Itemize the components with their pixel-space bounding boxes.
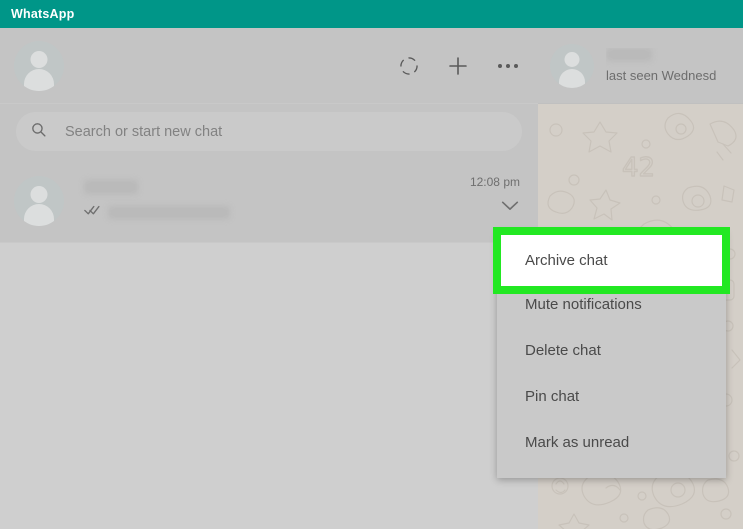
status-icon[interactable] xyxy=(398,55,420,77)
search-bar-container: Search or start new chat xyxy=(0,104,538,159)
context-menu-item-mute-notifications-label: Mute notifications xyxy=(525,295,642,313)
search-icon xyxy=(30,121,47,143)
svg-text:42: 42 xyxy=(622,153,655,183)
search-input[interactable]: Search or start new chat xyxy=(16,112,522,151)
conversation-header[interactable]: last seen Wednesd xyxy=(538,28,743,104)
context-menu-item-pin-chat-label: Pin chat xyxy=(525,387,580,405)
context-menu-item-delete-chat-label: Delete chat xyxy=(525,341,601,359)
chevron-down-icon[interactable] xyxy=(500,199,520,217)
search-placeholder: Search or start new chat xyxy=(65,123,223,140)
header-icon-group xyxy=(398,54,520,78)
context-menu-item-mark-as-unread[interactable]: Mark as unread xyxy=(497,419,726,465)
chat-preview-line xyxy=(84,203,470,221)
contact-name-redacted xyxy=(84,180,138,194)
new-chat-icon[interactable] xyxy=(446,54,470,78)
whatsapp-window: WhatsApp Search or start new chat 12:08 … xyxy=(0,0,743,529)
conversation-contact-info: last seen Wednesd xyxy=(606,48,716,83)
double-check-icon xyxy=(84,203,101,221)
chat-item-meta: 12:08 pm xyxy=(470,175,520,217)
message-preview-redacted xyxy=(108,205,230,219)
window-titlebar: WhatsApp xyxy=(0,0,743,28)
conversation-contact-name-redacted xyxy=(606,48,652,61)
chat-list: 12:08 pm xyxy=(0,159,538,529)
context-menu-item-pin-chat[interactable]: Pin chat xyxy=(497,373,726,419)
chat-list-item[interactable]: 12:08 pm xyxy=(0,159,538,243)
left-panel-header xyxy=(0,28,538,104)
context-menu-item-delete-chat[interactable]: Delete chat xyxy=(497,327,726,373)
contact-avatar xyxy=(14,175,64,226)
app-title: WhatsApp xyxy=(11,7,75,21)
chat-list-panel: Search or start new chat 12:08 pm xyxy=(0,28,538,529)
archive-chat-highlight-annotation: Archive chat xyxy=(493,227,730,294)
chat-item-body xyxy=(84,180,470,221)
menu-icon[interactable] xyxy=(496,58,520,74)
conversation-contact-avatar[interactable] xyxy=(550,43,594,88)
archive-chat-highlighted-item[interactable]: Archive chat xyxy=(501,235,722,286)
chat-timestamp: 12:08 pm xyxy=(469,175,520,189)
profile-avatar[interactable] xyxy=(14,40,64,91)
conversation-last-seen: last seen Wednesd xyxy=(606,68,717,83)
context-menu-item-mark-as-unread-label: Mark as unread xyxy=(525,433,630,451)
archive-chat-highlighted-label: Archive chat xyxy=(525,252,608,269)
